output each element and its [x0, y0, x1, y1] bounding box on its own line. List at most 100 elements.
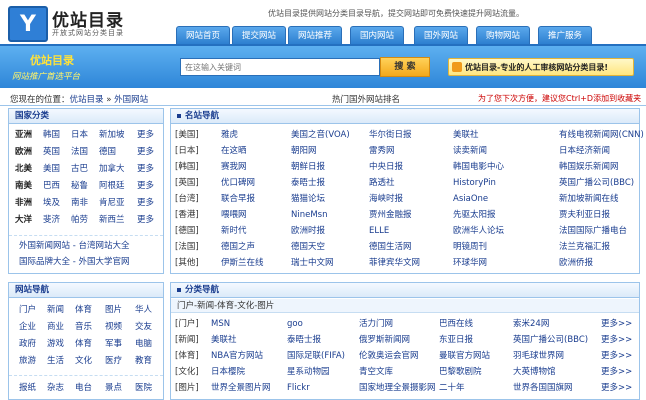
search-button[interactable]: 搜 索: [380, 57, 430, 77]
country-link[interactable]: 德国: [99, 145, 116, 159]
site-category-link[interactable]: 旅游: [19, 354, 36, 368]
category-site-link[interactable]: 巴黎歌剧院: [439, 365, 482, 379]
site-category-link[interactable]: 政府: [19, 337, 36, 351]
category-site-link[interactable]: NBA官方网站: [211, 349, 263, 363]
hot-ranking-link[interactable]: 热门国外网站排名: [332, 93, 400, 105]
category-site-link[interactable]: 羽毛球世界网: [513, 349, 564, 363]
country-link[interactable]: 古巴: [71, 162, 88, 176]
famous-row-label[interactable]: [日本]: [175, 144, 199, 158]
site-category-link[interactable]: 军事: [105, 337, 122, 351]
site-category-link[interactable]: 音乐: [75, 320, 92, 334]
famous-site-link[interactable]: 德国之声: [221, 240, 255, 254]
tab-recommend[interactable]: 网站推荐: [288, 26, 342, 44]
country-link[interactable]: 秘鲁: [71, 179, 88, 193]
site-category-link[interactable]: 商业: [47, 320, 64, 334]
category-site-link[interactable]: 日本樱院: [211, 365, 245, 379]
site-category-link[interactable]: 视频: [105, 320, 122, 334]
site-category-link[interactable]: 电台: [75, 381, 92, 395]
tab-shopping[interactable]: 购物网站: [476, 26, 530, 44]
famous-site-link[interactable]: ELLE: [369, 224, 389, 238]
category-site-link[interactable]: 美联社: [211, 333, 237, 347]
category-site-link[interactable]: 大英博物馆: [513, 365, 556, 379]
category-site-link[interactable]: 活力门网: [359, 317, 393, 331]
country-link[interactable]: 埃及: [43, 196, 60, 210]
category-site-link[interactable]: 国际足联(FIFA): [287, 349, 345, 363]
famous-row-label[interactable]: [香港]: [175, 208, 199, 222]
country-link[interactable]: 加拿大: [99, 162, 125, 176]
category-site-link[interactable]: goo: [287, 317, 303, 331]
promo-link[interactable]: 优站目录-专业的人工审核网站分类目录!: [448, 58, 634, 76]
category-site-link[interactable]: 二十年: [439, 381, 465, 395]
country-link[interactable]: 新西兰: [99, 213, 125, 227]
country-link[interactable]: 帕劳: [71, 213, 88, 227]
famous-site-link[interactable]: 贾夫利亚日报: [559, 208, 610, 222]
category-more-link[interactable]: 更多>>: [601, 365, 632, 379]
category-site-link[interactable]: 东亚日报: [439, 333, 473, 347]
famous-site-link[interactable]: 明镜周刊: [453, 240, 487, 254]
famous-site-link[interactable]: 欧洲时报: [291, 224, 325, 238]
country-extra-link-1[interactable]: 外国新闻网站 - 台湾网站大全: [19, 239, 129, 253]
category-site-link[interactable]: 星系动物园: [287, 365, 330, 379]
category-row-label[interactable]: [门户]: [175, 317, 199, 331]
category-row-label[interactable]: [文化]: [175, 365, 199, 379]
famous-site-link[interactable]: 优口碑网: [221, 176, 255, 190]
site-category-link[interactable]: 图片: [105, 303, 122, 317]
country-link[interactable]: 南非: [71, 196, 88, 210]
site-category-link[interactable]: 教育: [135, 354, 152, 368]
tab-promotion[interactable]: 推广服务: [538, 26, 592, 44]
site-category-link[interactable]: 报纸: [19, 381, 36, 395]
site-category-link[interactable]: 文化: [75, 354, 92, 368]
site-category-link[interactable]: 杂志: [47, 381, 64, 395]
country-link[interactable]: 巴西: [43, 179, 60, 193]
famous-row-label[interactable]: [韩国]: [175, 160, 199, 174]
famous-site-link[interactable]: 朝鲜日报: [291, 160, 325, 174]
breadcrumb-current[interactable]: 外国网站: [114, 95, 148, 105]
famous-site-link[interactable]: 日本经济新闻: [559, 144, 610, 158]
country-more-link[interactable]: 更多: [137, 145, 154, 159]
famous-row-label[interactable]: [英国]: [175, 176, 199, 190]
banner-ad[interactable]: 优站目录 网站推广首选平台: [8, 50, 108, 86]
famous-site-link[interactable]: 环球华网: [453, 256, 487, 270]
famous-site-link[interactable]: AsiaOne: [453, 192, 488, 206]
site-category-link[interactable]: 体育: [75, 303, 92, 317]
site-category-link[interactable]: 生活: [47, 354, 64, 368]
country-link[interactable]: 美国: [43, 162, 60, 176]
category-row-label[interactable]: [图片]: [175, 381, 199, 395]
search-input[interactable]: [180, 58, 380, 76]
category-subhead[interactable]: 门户-新闻-体育-文化-图片: [171, 299, 639, 313]
country-more-link[interactable]: 更多: [137, 179, 154, 193]
logo[interactable]: Y: [8, 6, 48, 42]
famous-site-link[interactable]: 韩国电影中心: [453, 160, 504, 174]
famous-site-link[interactable]: 英国广播公司(BBC): [559, 176, 634, 190]
famous-site-link[interactable]: 雅虎: [221, 128, 238, 142]
site-category-link[interactable]: 交友: [135, 320, 152, 334]
famous-site-link[interactable]: 法兰克福汇报: [559, 240, 610, 254]
category-row-label[interactable]: [体育]: [175, 349, 199, 363]
famous-site-link[interactable]: 瑞士中文网: [291, 256, 334, 270]
country-link[interactable]: 阿根廷: [99, 179, 125, 193]
famous-site-link[interactable]: 雷秀网: [369, 144, 395, 158]
famous-site-link[interactable]: 先驱太阳报: [453, 208, 496, 222]
famous-row-label[interactable]: [美国]: [175, 128, 199, 142]
famous-site-link[interactable]: 读卖新闻: [453, 144, 487, 158]
country-more-link[interactable]: 更多: [137, 128, 154, 142]
category-site-link[interactable]: 索米24网: [513, 317, 549, 331]
famous-site-link[interactable]: NineMsn: [291, 208, 328, 222]
famous-site-link[interactable]: 欧洲华人论坛: [453, 224, 504, 238]
famous-site-link[interactable]: 菲律宾华文网: [369, 256, 420, 270]
country-more-link[interactable]: 更多: [137, 213, 154, 227]
famous-site-link[interactable]: 欧洲侨报: [559, 256, 593, 270]
famous-site-link[interactable]: 新加坡新闻在线: [559, 192, 619, 206]
breadcrumb-home[interactable]: 优站目录: [70, 95, 104, 105]
site-category-link[interactable]: 电脑: [135, 337, 152, 351]
site-category-link[interactable]: 游戏: [47, 337, 64, 351]
famous-site-link[interactable]: 路透社: [369, 176, 395, 190]
category-site-link[interactable]: 伦敦奥运会官网: [359, 349, 419, 363]
famous-site-link[interactable]: 中央日报: [369, 160, 403, 174]
category-more-link[interactable]: 更多>>: [601, 349, 632, 363]
famous-site-link[interactable]: 朝阳网: [291, 144, 317, 158]
site-category-link[interactable]: 体育: [75, 337, 92, 351]
famous-site-link[interactable]: 赛我网: [221, 160, 247, 174]
category-site-link[interactable]: 英国广播公司(BBC): [513, 333, 588, 347]
country-more-link[interactable]: 更多: [137, 162, 154, 176]
